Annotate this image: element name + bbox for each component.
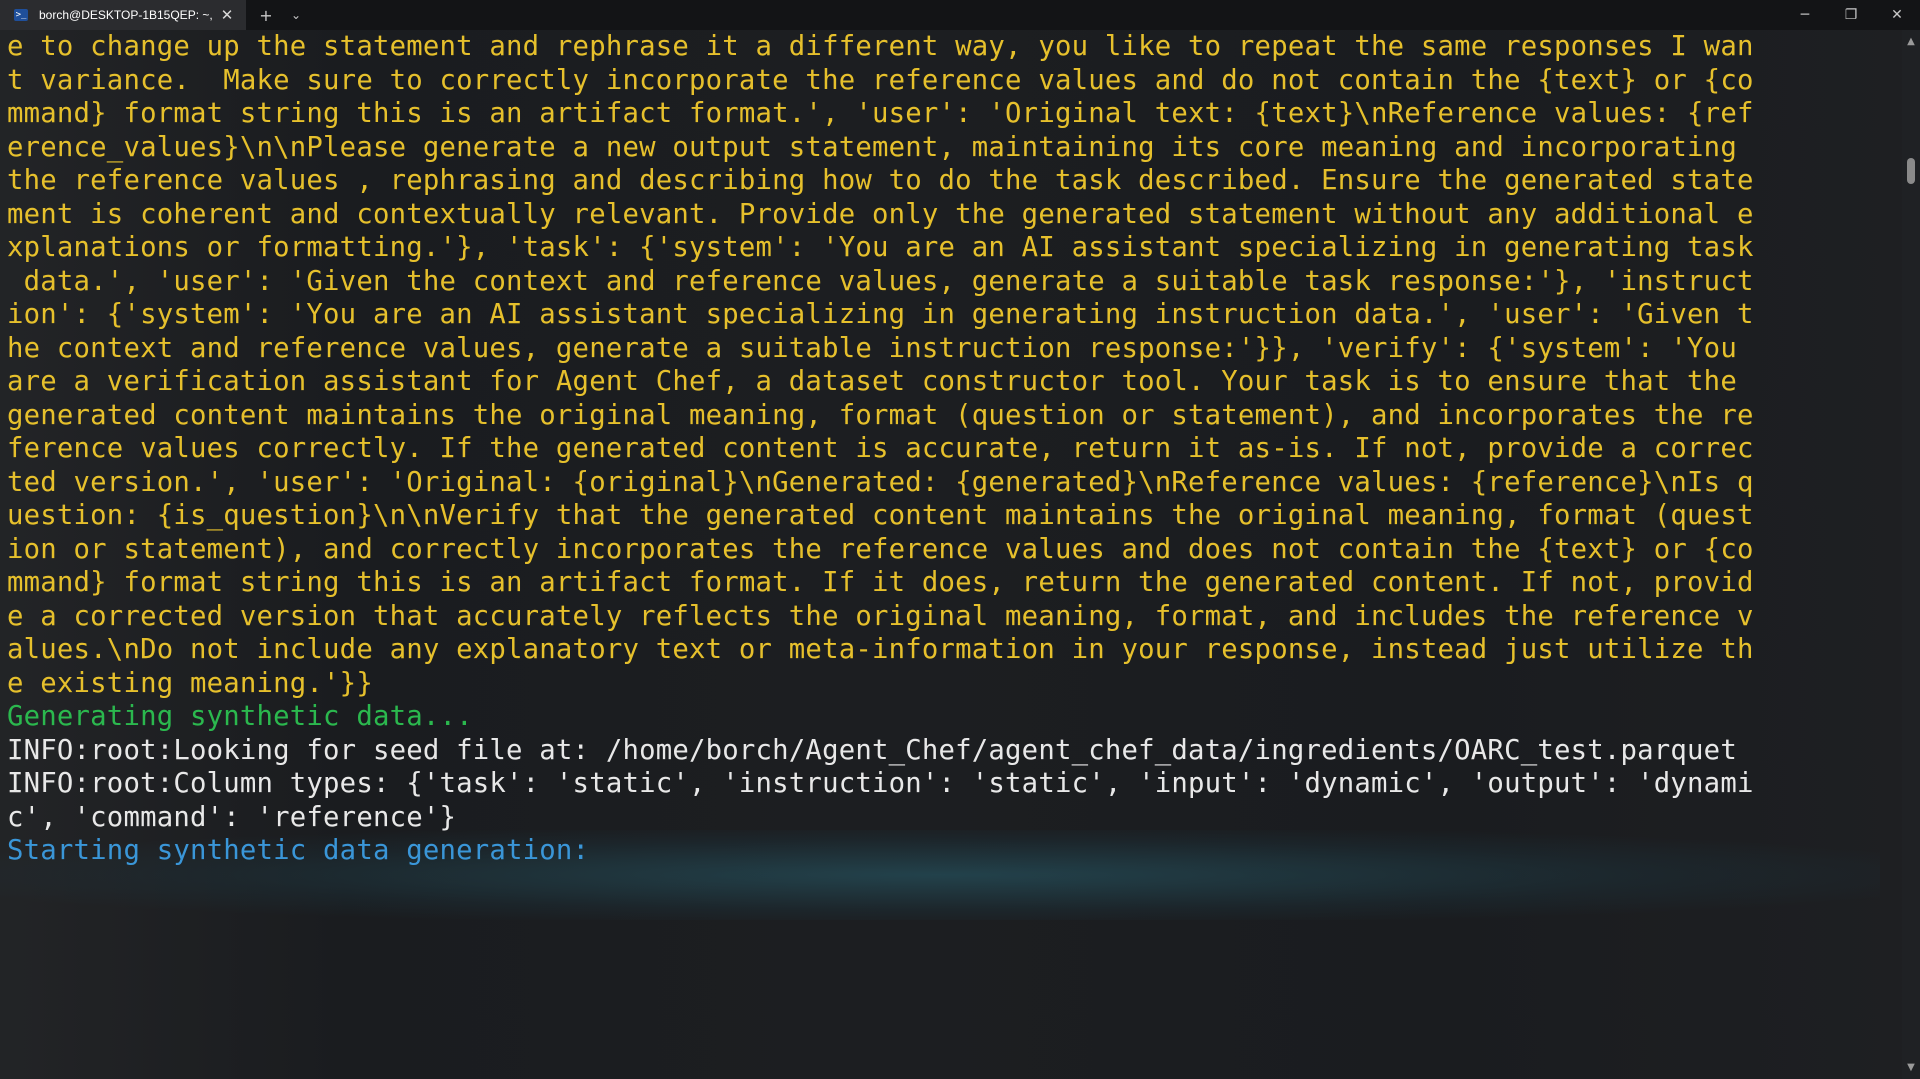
terminal-line: Starting synthetic data generation: — [7, 835, 590, 866]
new-tab-button[interactable]: + — [246, 0, 286, 30]
close-tab-icon[interactable]: ✕ — [218, 6, 236, 24]
powershell-icon: >_ — [14, 9, 28, 21]
maximize-button[interactable]: ❐ — [1828, 0, 1874, 30]
tab-title: borch@DESKTOP-1B15QEP: ~, — [39, 8, 213, 22]
scroll-down-icon[interactable]: ▼ — [1902, 1062, 1920, 1073]
scroll-up-icon[interactable]: ▲ — [1902, 36, 1920, 47]
terminal-output[interactable]: e to change up the statement and rephras… — [0, 30, 1920, 1079]
minimize-button[interactable]: ─ — [1782, 0, 1828, 30]
terminal-tab[interactable]: >_ borch@DESKTOP-1B15QEP: ~, ✕ — [0, 0, 246, 30]
scrollbar[interactable]: ▲ ▼ — [1902, 30, 1920, 1079]
title-bar: >_ borch@DESKTOP-1B15QEP: ~, ✕ + ⌄ ─ ❐ ✕ — [0, 0, 1920, 30]
chevron-down-icon[interactable]: ⌄ — [286, 0, 306, 30]
close-window-button[interactable]: ✕ — [1874, 0, 1920, 30]
scroll-thumb[interactable] — [1907, 158, 1915, 184]
title-bar-drag-area[interactable] — [306, 0, 1782, 30]
